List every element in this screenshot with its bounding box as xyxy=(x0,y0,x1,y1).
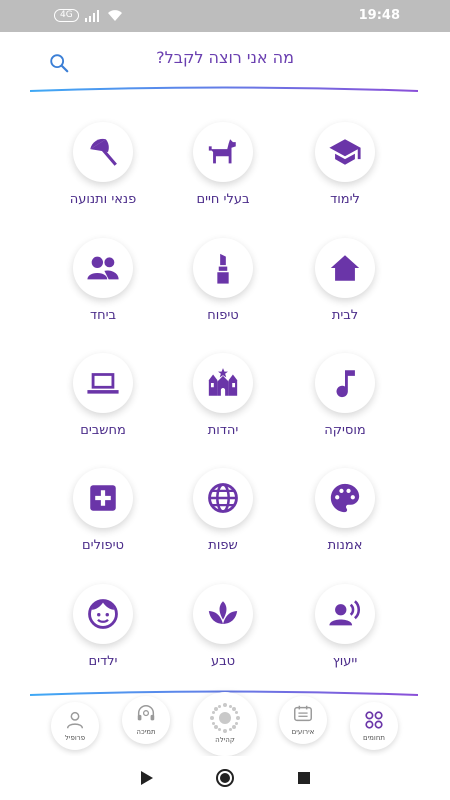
headset-icon xyxy=(137,705,155,721)
nav-community[interactable]: קהילה xyxy=(193,692,257,756)
nav-events[interactable]: אירועים xyxy=(279,696,327,744)
nav-profile[interactable]: פרופיל xyxy=(51,702,99,750)
lotus-icon xyxy=(208,601,238,624)
category-consulting[interactable]: ייעוץ xyxy=(290,584,400,684)
category-label: מוסיקה xyxy=(324,423,366,438)
category-label: לימוד xyxy=(330,192,360,207)
category-computers[interactable]: מחשבים xyxy=(48,353,158,453)
laptop-icon xyxy=(87,373,119,394)
category-label: טבע xyxy=(210,654,236,669)
nav-support[interactable]: תמיכה xyxy=(122,696,170,744)
category-art[interactable]: אמנות xyxy=(290,468,400,568)
category-grooming[interactable]: טיפוח xyxy=(168,238,278,338)
category-treatments[interactable]: טיפולים xyxy=(48,468,158,568)
person-icon xyxy=(66,711,84,729)
category-label: טיפולים xyxy=(82,538,124,553)
people-icon xyxy=(87,256,119,280)
category-label: ייעוץ xyxy=(332,654,358,669)
medical-cross-icon xyxy=(90,485,116,511)
nav-fields-label: תחומים xyxy=(362,734,386,742)
category-label: לבית xyxy=(331,308,359,323)
category-label: יהדות xyxy=(207,423,239,438)
child-face-icon xyxy=(88,599,118,629)
category-label: ילדים xyxy=(88,654,118,669)
music-note-icon xyxy=(336,370,355,398)
recents-square-icon[interactable] xyxy=(294,768,314,788)
category-label: מחשבים xyxy=(80,423,126,438)
events-icon xyxy=(294,705,312,722)
nav-profile-label: פרופיל xyxy=(64,734,86,742)
category-label: פנאי ותנועה xyxy=(69,192,137,207)
system-navigation-bar xyxy=(0,756,450,800)
palette-icon xyxy=(330,483,360,513)
nav-events-label: אירועים xyxy=(291,728,315,736)
category-label: אמנות xyxy=(327,538,363,553)
globe-icon xyxy=(208,483,238,513)
lipstick-icon xyxy=(217,253,229,284)
category-study[interactable]: לימוד xyxy=(290,122,400,222)
home-circle-icon[interactable] xyxy=(215,768,235,788)
category-languages[interactable]: שפות xyxy=(168,468,278,568)
category-grid: לימוד בעלי חיים פנאי ותנועה לבית טיפוח ב… xyxy=(0,0,450,690)
category-leisure[interactable]: פנאי ותנועה xyxy=(48,122,158,222)
category-label: טיפוח xyxy=(207,308,239,323)
nav-community-label: קהילה xyxy=(215,736,235,744)
category-judaism[interactable]: יהדות xyxy=(168,353,278,453)
graduation-cap-icon xyxy=(329,139,361,165)
grid-circles-icon xyxy=(365,711,383,729)
speaking-person-icon xyxy=(329,600,360,626)
dog-icon xyxy=(208,139,236,164)
category-nature[interactable]: טבע xyxy=(168,584,278,684)
category-animals[interactable]: בעלי חיים xyxy=(168,122,278,222)
category-together[interactable]: ביחד xyxy=(48,238,158,338)
category-label: בעלי חיים xyxy=(196,192,250,207)
category-label: ביחד xyxy=(89,308,116,323)
community-dots-icon xyxy=(210,703,240,733)
category-home[interactable]: לבית xyxy=(290,238,400,338)
category-label: שפות xyxy=(208,538,238,553)
nav-support-label: תמיכה xyxy=(136,728,156,736)
beach-umbrella-icon xyxy=(90,138,117,166)
nav-fields[interactable]: תחומים xyxy=(350,702,398,750)
home-icon xyxy=(330,255,360,281)
back-play-icon[interactable] xyxy=(136,768,156,788)
category-kids[interactable]: ילדים xyxy=(48,584,158,684)
category-music[interactable]: מוסיקה xyxy=(290,353,400,453)
synagogue-icon xyxy=(208,368,238,396)
